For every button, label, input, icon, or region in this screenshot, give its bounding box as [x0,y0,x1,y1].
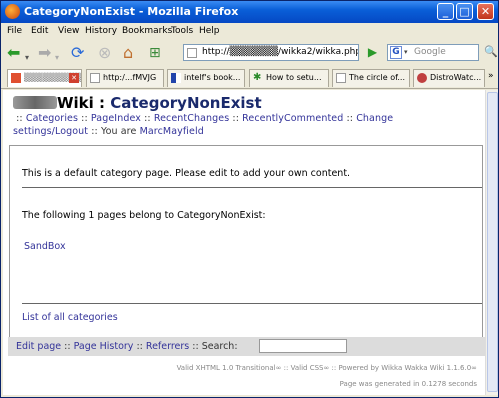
wiki-name-redacted [13,96,57,109]
all-categories-link[interactable]: List of all categories [22,312,118,323]
tab-label: DistroWatc... [430,73,482,82]
page-title[interactable]: CategoryNonExist [110,94,261,112]
palm-tree-icon: ✱ [253,72,262,83]
nav-recentlycommented-link[interactable]: RecentlyCommented [242,113,343,124]
vertical-scrollbar[interactable] [485,90,498,395]
wiki-search-input[interactable] [259,339,347,353]
tab-favicon-icon [171,73,181,83]
edit-page-link[interactable]: Edit page [16,341,61,352]
page-body: This is a default category page. Please … [9,145,483,338]
close-button[interactable]: ✕ [477,3,494,20]
search-label: Search: [201,341,238,352]
tab-favicon-icon [336,73,346,83]
address-bar[interactable]: http://▒▒▒▒▒▒▒/wikka2/wikka.php?wakka=Ca… [183,44,359,61]
generation-time: Page was generated in 0.1278 seconds [339,380,477,388]
nav-separator: :: [229,113,243,124]
divider [22,303,482,304]
sandbox-link[interactable]: SandBox [24,241,66,252]
tab-close-icon[interactable]: ✕ [69,73,79,83]
default-text: This is a default category page. Please … [22,168,351,179]
menu-view[interactable]: View [58,26,79,36]
search-box[interactable]: G ▾ Google [387,44,479,61]
wiki-suffix: Wiki : [57,94,111,112]
footer-separator: :: [133,341,146,352]
maximize-button[interactable]: □ [456,3,473,20]
divider [22,187,482,188]
back-icon[interactable]: ⬅ [7,45,20,61]
page-favicon-icon [187,48,197,58]
firefox-icon [5,4,20,19]
nav-recentchanges-link[interactable]: RecentChanges [154,113,229,124]
you-are-label: You are [100,126,137,137]
tab-1[interactable]: ▒▒▒▒▒▒▒▒▒▒ ✕ [7,69,82,87]
wiki-nav-links: :: Categories :: PageIndex :: RecentChan… [13,112,485,138]
minimize-button[interactable]: _ [437,3,454,20]
search-go-icon[interactable]: 🔍 [484,45,498,58]
nav-separator: :: [140,113,154,124]
nav-separator: :: [13,113,26,124]
page-history-link[interactable]: Page History [74,341,134,352]
home-icon[interactable]: ⌂ [123,45,133,61]
back-dropdown-icon[interactable]: ▾ [25,50,29,66]
tab-label: The circle of... [349,73,405,82]
page-header: Wiki : CategoryNonExist [13,94,262,112]
nav-separator: :: [88,126,101,137]
tab-label: intelf's book... [184,73,241,82]
search-engine-dropdown-icon[interactable]: ▾ [404,45,408,60]
window-title: CategoryNonExist - Mozilla Firefox [24,5,239,18]
tab-label: http:/...fMVJG [103,73,157,82]
menu-tools[interactable]: Tools [171,26,193,36]
validity-links[interactable]: Valid XHTML 1.0 Transitional∞ :: Valid C… [177,364,477,372]
reload-icon[interactable]: ⟳ [71,45,84,61]
tab-label: How to setu... [266,73,322,82]
menu-bar: File Edit View History Bookmarks Tools H… [1,23,498,41]
tab-6[interactable]: DistroWatc... [413,69,485,87]
tab-favicon-icon [417,73,427,83]
scrollbar-thumb[interactable] [487,92,498,392]
stop-icon[interactable]: ⊗ [98,45,111,61]
user-link[interactable]: MarcMayfield [140,126,204,137]
forward-icon[interactable]: ➡ [38,45,51,61]
page-content: Wiki : CategoryNonExist :: Categories ::… [3,90,485,395]
url-text: http://▒▒▒▒▒▒▒/wikka2/wikka.php?wakka=Ca… [202,47,358,57]
search-placeholder: Google [414,47,446,57]
referrers-link[interactable]: Referrers [146,341,189,352]
tab-favicon-icon [11,73,21,83]
menu-help[interactable]: Help [199,26,220,36]
tab-2[interactable]: http:/...fMVJG [86,69,164,87]
tab-list-icon[interactable]: » [488,71,494,81]
footer-separator: :: [61,341,74,352]
browser-window: CategoryNonExist - Mozilla Firefox _ □ ✕… [0,0,499,398]
title-bar: CategoryNonExist - Mozilla Firefox _ □ ✕ [1,1,498,23]
go-icon[interactable]: ▶ [365,45,380,60]
tab-3[interactable]: intelf's book... [167,69,245,87]
footer-separator: :: [189,341,202,352]
menu-history[interactable]: History [85,26,117,36]
nav-pageindex-link[interactable]: PageIndex [91,113,141,124]
nav-separator: :: [78,113,91,124]
menu-edit[interactable]: Edit [31,26,48,36]
tab-5[interactable]: The circle of... [332,69,410,87]
nav-categories-link[interactable]: Categories [26,113,78,124]
tab-favicon-icon [90,73,100,83]
nav-separator: :: [343,113,357,124]
google-icon[interactable]: G [390,46,402,59]
menu-bookmarks[interactable]: Bookmarks [122,26,172,36]
belong-text: The following 1 pages belong to Category… [22,210,266,221]
tab-bar: ▒▒▒▒▒▒▒▒▒▒ ✕ http:/...fMVJG intelf's boo… [1,66,498,89]
forward-dropdown-icon[interactable]: ▾ [55,50,59,66]
page-footer: Edit page :: Page History :: Referrers :… [8,337,485,356]
new-tab-icon[interactable]: ⊞ [149,45,161,61]
tab-4[interactable]: ✱ How to setu... [249,69,329,87]
menu-file[interactable]: File [7,26,22,36]
